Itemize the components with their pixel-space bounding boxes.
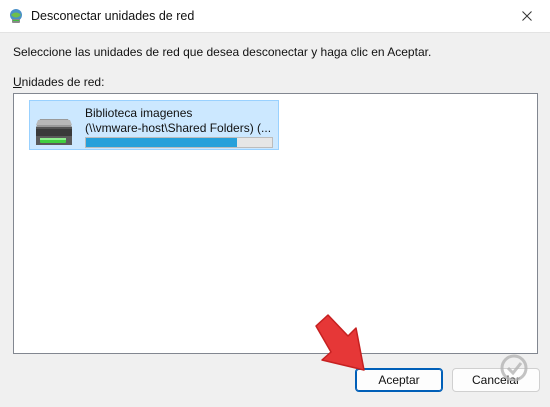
drive-path: (\\vmware-host\Shared Folders) (... (85, 121, 272, 135)
annotation-arrow-icon (315, 314, 365, 371)
list-label-rest: nidades de red: (21, 75, 105, 89)
close-icon (522, 11, 532, 21)
window-title: Desconectar unidades de red (31, 9, 195, 23)
network-drive-icon (36, 119, 72, 145)
drive-capacity-fill (86, 138, 237, 147)
list-label: Unidades de red: (13, 75, 104, 89)
drive-capacity-bar (85, 137, 273, 148)
close-button[interactable] (504, 0, 550, 32)
list-label-accelerator: U (13, 75, 22, 89)
watermark-logo-icon (500, 354, 528, 382)
title-bar: Desconectar unidades de red (0, 0, 550, 33)
list-item-network-drive[interactable]: Biblioteca imagenes (\\vmware-host\Share… (29, 100, 279, 150)
network-drive-list[interactable]: Biblioteca imagenes (\\vmware-host\Share… (13, 93, 538, 354)
drive-name: Biblioteca imagenes (85, 106, 193, 120)
instruction-text: Seleccione las unidades de red que desea… (13, 45, 432, 59)
network-drive-disconnect-icon (10, 9, 22, 23)
